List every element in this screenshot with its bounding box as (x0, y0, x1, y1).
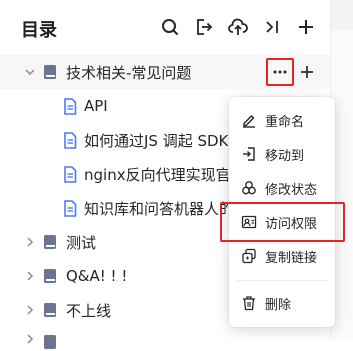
add-child-icon[interactable] (298, 63, 316, 81)
menu-item-label: 修改状态 (265, 182, 318, 198)
menu-item-rename[interactable]: 重命名 (229, 103, 335, 137)
status-icon (241, 180, 257, 196)
menu-divider (237, 280, 327, 281)
book-icon (42, 233, 58, 251)
book-icon (42, 333, 58, 351)
menu-item-label: 删除 (265, 297, 292, 313)
chevron-right-icon[interactable] (24, 236, 36, 248)
book-icon (42, 267, 58, 285)
document-icon (62, 165, 78, 183)
edit-icon (241, 112, 257, 128)
more-icon[interactable] (266, 58, 294, 86)
tree-item-label: nginx反向代理实现官网 (84, 165, 228, 184)
collapse-icon[interactable] (261, 16, 283, 38)
chevron-down-icon[interactable] (24, 66, 36, 78)
trash-icon (241, 295, 257, 311)
chevron-right-icon[interactable] (24, 270, 36, 282)
highlight-annotation (220, 202, 345, 242)
search-icon[interactable] (159, 16, 181, 38)
document-icon (62, 131, 78, 149)
book-icon (42, 63, 58, 81)
add-icon[interactable] (295, 16, 317, 38)
menu-item-delete[interactable]: 删除 (229, 286, 335, 320)
menu-item-label: 复制链接 (265, 250, 318, 266)
import-icon[interactable] (193, 16, 215, 38)
chevron-right-icon[interactable] (24, 333, 36, 345)
tree-item-label: 如何通过JS 调起 SDK (84, 131, 228, 150)
tree-item-label: 不上线 (66, 301, 112, 320)
tree-item-book[interactable] (0, 327, 330, 349)
catalog-header: 目录 (0, 10, 330, 46)
document-icon (62, 199, 78, 217)
menu-item-label: 移动到 (265, 148, 305, 164)
catalog-title: 目录 (21, 20, 57, 41)
document-icon (62, 97, 78, 115)
menu-item-label: 重命名 (265, 114, 305, 130)
tree-item-label: API (84, 97, 108, 115)
book-icon (42, 301, 58, 319)
move-icon (241, 146, 257, 162)
link-icon (241, 248, 257, 264)
menu-item-move[interactable]: 移动到 (229, 137, 335, 171)
tree-item-label: 知识库和问答机器人的 (84, 199, 228, 218)
tree-item-label: 测试 (66, 233, 97, 252)
tree-item-label: 技术相关-常见问题 (66, 63, 192, 82)
menu-item-change-status[interactable]: 修改状态 (229, 171, 335, 205)
upload-icon[interactable] (227, 16, 249, 38)
tree-item-label: Q&A! ! ! (66, 267, 128, 285)
menu-item-copy-link[interactable]: 复制链接 (229, 239, 335, 273)
chevron-right-icon[interactable] (24, 304, 36, 316)
